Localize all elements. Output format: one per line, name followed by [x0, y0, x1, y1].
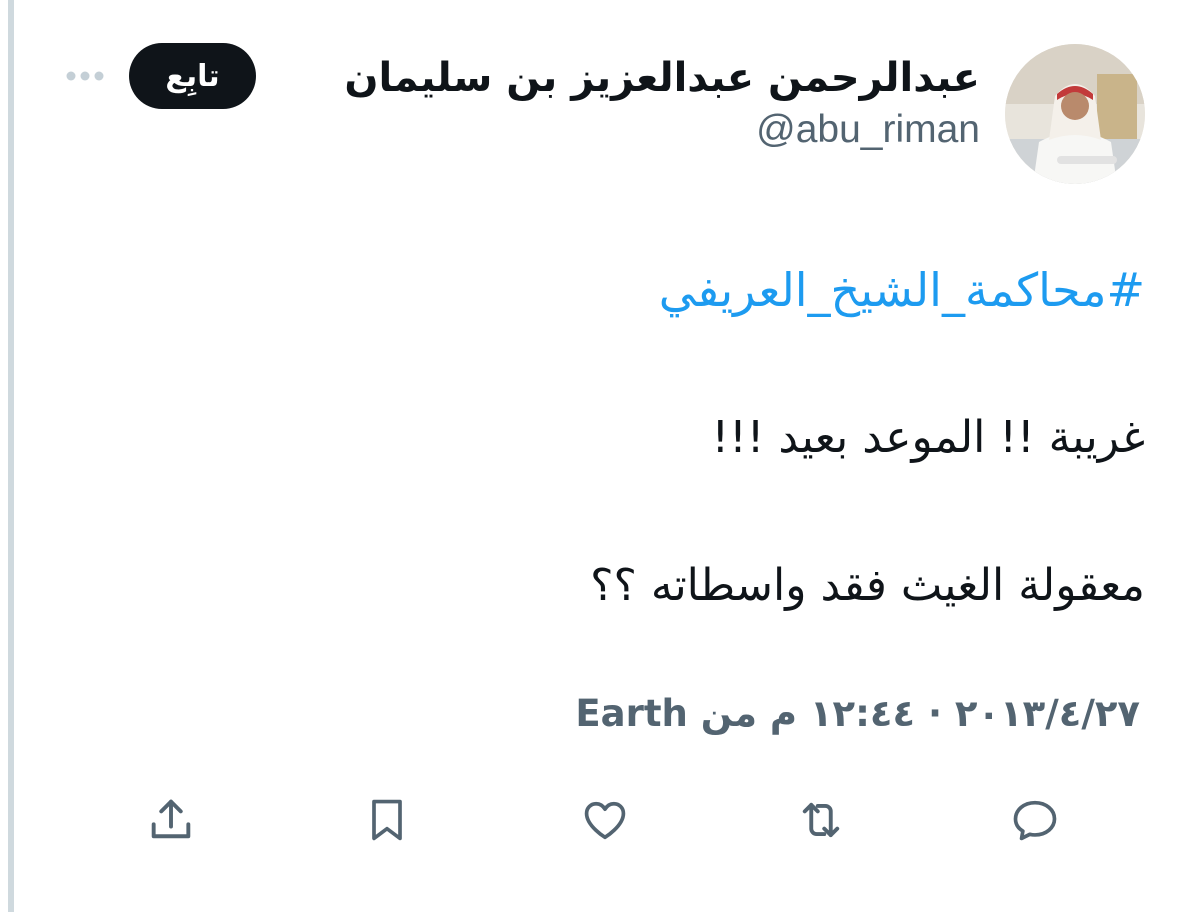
- hashtag-link[interactable]: #محاكمة_الشيخ_العريفي: [95, 250, 1145, 330]
- action-bar: [0, 785, 1200, 855]
- retweet-icon: [802, 802, 840, 838]
- author-handle[interactable]: @abu_riman: [344, 104, 980, 156]
- share-button[interactable]: [136, 785, 206, 855]
- tweet-meta: ٢٠١٣/٤/٢٧ · ١٢:٤٤ م من Earth: [575, 684, 1140, 744]
- heart-icon: [584, 801, 626, 840]
- bookmark-button[interactable]: [352, 785, 422, 855]
- tweet-line-2: معقولة الغيث فقد واسطاته ؟؟: [590, 560, 1145, 611]
- tweet-source[interactable]: Earth: [575, 692, 688, 735]
- tweet-line-1: غريبة !! الموعد بعيد !!!: [711, 412, 1145, 463]
- retweet-button[interactable]: [786, 785, 856, 855]
- author-names: عبدالرحمن عبدالعزيز بن سليمان @abu_riman: [344, 52, 980, 156]
- author-display-name[interactable]: عبدالرحمن عبدالعزيز بن سليمان: [344, 52, 980, 104]
- tweet-date[interactable]: ٢٠١٣/٤/٢٧: [955, 692, 1140, 735]
- source-prefix: من: [700, 692, 758, 735]
- follow-button[interactable]: تابِع: [129, 43, 256, 109]
- bookmark-icon: [372, 799, 402, 841]
- avatar[interactable]: [1005, 44, 1145, 184]
- user-avatar-photo-icon: [1005, 44, 1145, 184]
- meta-separator: ·: [927, 692, 942, 735]
- like-button[interactable]: [570, 785, 640, 855]
- tweet-header: تابِع عبدالرحمن عبدالعزيز بن سليمان @abu…: [60, 40, 1145, 184]
- tweet-text: #محاكمة_الشيخ_العريفي غريبة !! الموعد بع…: [95, 250, 1145, 626]
- tweet-time[interactable]: ١٢:٤٤ م: [770, 692, 915, 735]
- reply-icon: [1013, 800, 1057, 841]
- reply-button[interactable]: [1000, 785, 1070, 855]
- share-icon: [151, 799, 191, 839]
- thread-rule: [8, 0, 14, 912]
- more-dots-icon[interactable]: [60, 54, 110, 98]
